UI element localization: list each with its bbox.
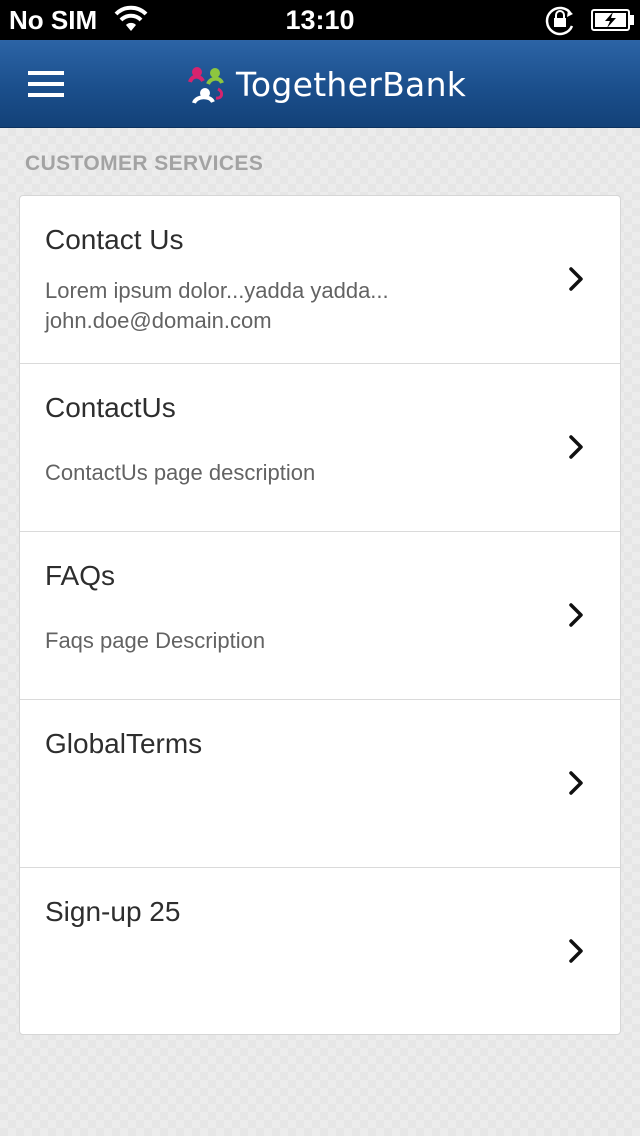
item-title: GlobalTerms <box>45 728 203 759</box>
together-bank-logo <box>188 67 224 104</box>
chevron-right-icon <box>569 939 583 963</box>
brand: TogetherBank <box>184 60 466 108</box>
list-item-contact-us[interactable]: Contact Us Lorem ipsum dolor...yadda yad… <box>20 196 620 364</box>
item-title: Contact Us <box>45 224 184 255</box>
item-description: ContactUs page description <box>45 460 316 485</box>
brand-name: TogetherBank <box>236 64 467 104</box>
section-title: CUSTOMER SERVICES <box>25 152 264 175</box>
item-title: ContactUs <box>45 392 176 423</box>
list-item-faqs[interactable]: FAQs Faqs page Description <box>20 532 620 700</box>
item-title: FAQs <box>45 560 116 591</box>
app-header: TogetherBank <box>0 40 640 128</box>
chevron-right-icon <box>569 435 583 459</box>
item-title: Sign-up 25 <box>45 896 181 927</box>
item-description: Faqs page Description <box>45 628 266 653</box>
item-description: Lorem ipsum dolor...yadda yadda... john.… <box>45 278 389 333</box>
list-item-global-terms[interactable]: GlobalTerms <box>20 700 620 868</box>
chevron-right-icon <box>569 267 583 291</box>
list-item-contactus[interactable]: ContactUs ContactUs page description <box>20 364 620 532</box>
list-item-sign-up-25[interactable]: Sign-up 25 <box>20 868 620 1036</box>
status-bar: No SIM 13:10 <box>0 0 640 40</box>
chevron-right-icon <box>569 603 583 627</box>
hamburger-menu-icon[interactable] <box>28 69 66 101</box>
orientation-lock-icon <box>543 4 577 41</box>
customer-services-list: Contact Us Lorem ipsum dolor...yadda yad… <box>19 195 621 1035</box>
chevron-right-icon <box>569 771 583 795</box>
battery-charging-icon <box>591 9 635 36</box>
